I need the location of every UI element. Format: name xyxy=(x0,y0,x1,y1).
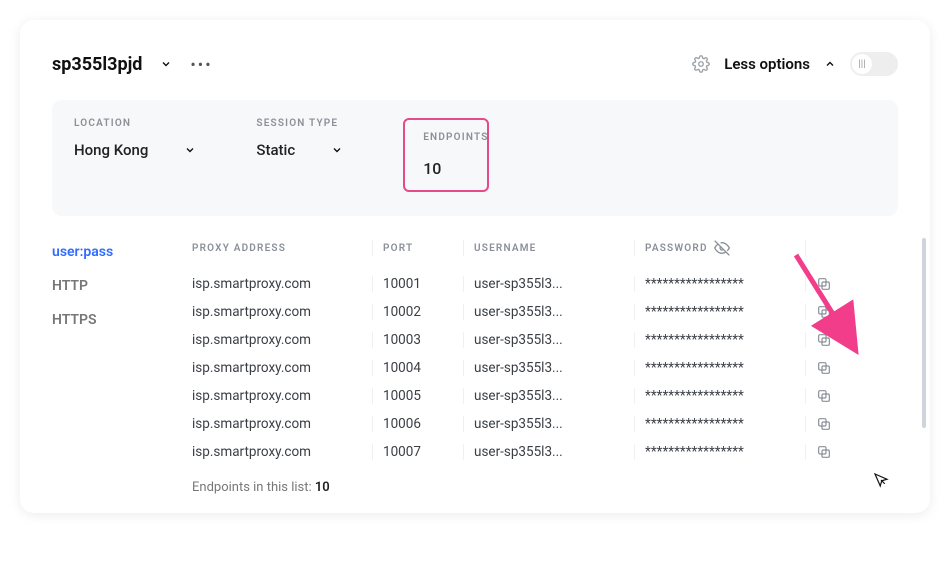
cell-port: 10007 xyxy=(383,444,463,460)
endpoints-value: 10 xyxy=(423,159,469,178)
cell-password: ***************** xyxy=(645,416,805,432)
chevron-down-icon xyxy=(331,144,343,156)
cell-username: user-sp355l3... xyxy=(474,416,634,432)
copy-icon[interactable] xyxy=(816,416,856,432)
location-select[interactable]: Hong Kong xyxy=(74,141,196,159)
cursor-icon xyxy=(872,471,890,489)
table-row: isp.smartproxy.com 10004 user-sp355l3... **… xyxy=(192,354,898,382)
cell-password: ***************** xyxy=(645,444,805,460)
location-label: LOCATION xyxy=(74,118,196,129)
cell-port: 10003 xyxy=(383,332,463,348)
table-row: isp.smartproxy.com 10006 user-sp355l3... **… xyxy=(192,410,898,438)
cell-proxy-address: isp.smartproxy.com xyxy=(192,360,372,376)
col-proxy-address: PROXY ADDRESS xyxy=(192,243,372,254)
table-row: isp.smartproxy.com 10003 user-sp355l3... **… xyxy=(192,326,898,354)
table-row: isp.smartproxy.com 10002 user-sp355l3... **… xyxy=(192,298,898,326)
cell-proxy-address: isp.smartproxy.com xyxy=(192,276,372,292)
session-value: Static xyxy=(256,141,295,159)
cell-username: user-sp355l3... xyxy=(474,332,634,348)
table-row: isp.smartproxy.com 10005 user-sp355l3... **… xyxy=(192,382,898,410)
cell-username: user-sp355l3... xyxy=(474,388,634,404)
cell-port: 10001 xyxy=(383,276,463,292)
toggle-options-label[interactable]: Less options xyxy=(724,55,810,73)
cell-password: ***************** xyxy=(645,388,805,404)
cell-proxy-address: isp.smartproxy.com xyxy=(192,304,372,320)
eye-off-icon[interactable] xyxy=(714,240,730,256)
endpoints-count-note: Endpoints in this list: 10 xyxy=(192,480,898,495)
cell-port: 10002 xyxy=(383,304,463,320)
table-row: isp.smartproxy.com 10007 user-sp355l3... **… xyxy=(192,438,898,466)
session-label: SESSION TYPE xyxy=(256,118,343,129)
cell-proxy-address: isp.smartproxy.com xyxy=(192,416,372,432)
toggle-knob: ||| xyxy=(852,54,872,74)
cell-port: 10006 xyxy=(383,416,463,432)
less-options-chevron[interactable] xyxy=(824,58,836,70)
location-value: Hong Kong xyxy=(74,141,148,159)
copy-icon[interactable] xyxy=(816,388,856,404)
cell-password: ***************** xyxy=(645,360,805,376)
toggle-switch[interactable]: ||| xyxy=(850,52,898,76)
cell-proxy-address: isp.smartproxy.com xyxy=(192,332,372,348)
cell-password: ***************** xyxy=(645,304,805,320)
scrollbar[interactable] xyxy=(922,238,926,428)
cell-password: ***************** xyxy=(645,332,805,348)
cell-username: user-sp355l3... xyxy=(474,304,634,320)
table-row: isp.smartproxy.com 10001 user-sp355l3... **… xyxy=(192,270,898,298)
cell-proxy-address: isp.smartproxy.com xyxy=(192,388,372,404)
copy-icon[interactable] xyxy=(816,444,856,460)
copy-icon[interactable] xyxy=(816,276,856,292)
chevron-down-icon xyxy=(184,144,196,156)
profile-name: sp355l3pjd xyxy=(52,54,142,75)
cell-proxy-address: isp.smartproxy.com xyxy=(192,444,372,460)
profile-chevron[interactable] xyxy=(160,58,172,70)
copy-icon[interactable] xyxy=(816,360,856,376)
endpoints-label: ENDPOINTS xyxy=(423,132,469,143)
cell-username: user-sp355l3... xyxy=(474,360,634,376)
table-header: PROXY ADDRESS PORT USERNAME PASSWORD xyxy=(192,240,898,270)
col-port: PORT xyxy=(383,243,463,254)
tab-userpass[interactable]: user:pass xyxy=(52,244,192,260)
cell-port: 10005 xyxy=(383,388,463,404)
gear-icon[interactable] xyxy=(692,55,710,73)
endpoints-input[interactable]: ENDPOINTS 10 xyxy=(403,118,489,192)
col-username: USERNAME xyxy=(474,243,634,254)
cell-username: user-sp355l3... xyxy=(474,444,634,460)
filter-bar: LOCATION Hong Kong SESSION TYPE Static E… xyxy=(52,100,898,216)
more-menu[interactable]: ••• xyxy=(190,55,212,74)
tab-http[interactable]: HTTP xyxy=(52,278,192,294)
session-select[interactable]: Static xyxy=(256,141,343,159)
copy-icon[interactable] xyxy=(816,304,856,320)
cell-port: 10004 xyxy=(383,360,463,376)
cell-username: user-sp355l3... xyxy=(474,276,634,292)
col-password: PASSWORD xyxy=(645,240,805,256)
copy-icon[interactable] xyxy=(816,332,856,348)
tab-https[interactable]: HTTPS xyxy=(52,312,192,328)
cell-password: ***************** xyxy=(645,276,805,292)
